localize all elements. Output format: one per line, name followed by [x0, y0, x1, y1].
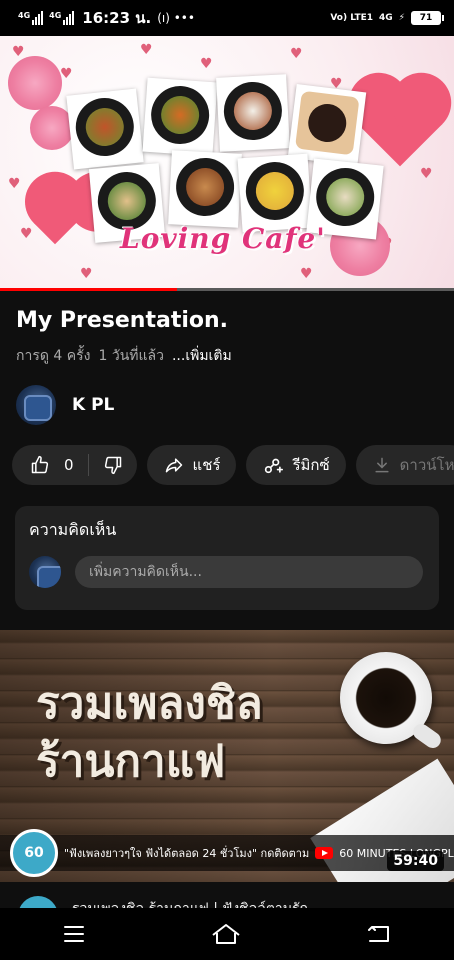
- thumbnail-title: Loving Cafe': [120, 222, 326, 255]
- system-navigation-bar: [0, 908, 454, 960]
- menu-button[interactable]: [62, 924, 86, 944]
- download-label: ดาวน์โห: [399, 456, 454, 474]
- channel-logo: 60: [10, 829, 58, 877]
- download-icon: [375, 457, 389, 473]
- like-dislike-group: 0: [12, 445, 137, 485]
- clock: 16:23 น.: [82, 9, 152, 27]
- food-photo: [237, 153, 313, 233]
- charging-icon: ⚡: [398, 13, 405, 23]
- channel-row[interactable]: K PL: [16, 385, 114, 425]
- food-photo: [142, 77, 218, 157]
- comments-title: ความคิดเห็น: [29, 520, 117, 539]
- comments-panel[interactable]: ความคิดเห็น เพิ่มความคิดเห็น...: [15, 506, 439, 610]
- dislike-button[interactable]: [103, 455, 123, 475]
- back-button[interactable]: [366, 923, 392, 945]
- network-indicator: 4G: [379, 13, 393, 23]
- video-title[interactable]: My Presentation.: [16, 308, 228, 333]
- remix-icon: [265, 458, 284, 474]
- food-photo: [66, 88, 144, 170]
- next-video-info[interactable]: รวมเพลงชิล ร้านกาแฟ | ฟังชิลล์ตามรัก: [0, 882, 454, 908]
- signal-label: 4G: [18, 11, 31, 20]
- remix-button[interactable]: รีมิกซ์: [246, 445, 346, 485]
- video-progress-bar[interactable]: [0, 288, 454, 291]
- food-photo: [216, 74, 290, 152]
- thumbs-down-icon: [104, 456, 121, 475]
- action-bar: 0 แชร์ รีมิกซ์ ดาวน์โห: [12, 445, 454, 485]
- battery-tip: [442, 15, 444, 21]
- youtube-icon: [315, 847, 334, 859]
- video-meta[interactable]: การดู 4 ครั้ง 1 วันที่แล้ว ...เพิ่มเติม: [16, 345, 232, 367]
- share-icon: [165, 458, 182, 473]
- download-button[interactable]: ดาวน์โห: [355, 445, 454, 485]
- thumbnail-heading: รวมเพลงชิล ร้านกาแฟ: [36, 675, 263, 791]
- video-player[interactable]: ♥♥♥ ♥♥♥ ♥♥♥ ♥♥♥ Loving Cafe': [0, 36, 454, 290]
- signal-icon-2: 4G: [49, 11, 75, 25]
- back-icon: [367, 926, 389, 942]
- like-count: 0: [64, 456, 74, 474]
- thumbnail-heading-line2: ร้านกาแฟ: [36, 736, 226, 787]
- view-count: การดู 4 ครั้ง: [16, 348, 91, 364]
- home-icon: [212, 924, 240, 944]
- like-button[interactable]: 0: [30, 455, 74, 475]
- duration-badge: 59:40: [387, 851, 444, 871]
- channel-name[interactable]: K PL: [72, 395, 114, 415]
- home-button[interactable]: [211, 923, 241, 945]
- like-divider: [87, 454, 89, 476]
- rose-decoration: [8, 56, 62, 110]
- next-video-thumbnail[interactable]: รวมเพลงชิล ร้านกาแฟ "ฟังเพลงยาวๆใจ ฟังได…: [0, 630, 454, 882]
- comment-input[interactable]: เพิ่มความคิดเห็น...: [75, 556, 423, 588]
- next-video-title[interactable]: รวมเพลงชิล ร้านกาแฟ | ฟังชิลล์ตามรัก: [72, 898, 308, 908]
- banner-slogan: "ฟังเพลงยาวๆใจ ฟังได้ตลอด 24 ชั่วโมง" กด…: [64, 847, 310, 860]
- menu-icon: [64, 926, 85, 942]
- channel-banner: "ฟังเพลงยาวๆใจ ฟังได้ตลอด 24 ชั่วโมง" กด…: [0, 835, 454, 871]
- status-bar: 4G 4G 16:23 น. (ı) ••• Vo) LTE1 4G ⚡ 71: [0, 0, 454, 36]
- video-progress-fill: [0, 288, 178, 291]
- notification-icons: (ı) •••: [157, 11, 195, 25]
- thumbnail-heading-line1: รวมเพลงชิล: [36, 678, 263, 729]
- user-avatar: [29, 556, 61, 588]
- upload-age: 1 วันที่แล้ว: [98, 348, 164, 364]
- volte-indicator: Vo) LTE1: [330, 13, 374, 23]
- remix-label: รีมิกซ์: [292, 456, 330, 474]
- more-button[interactable]: ...เพิ่มเติม: [172, 345, 232, 367]
- share-label: แชร์: [192, 456, 221, 474]
- signal-icon: 4G: [18, 11, 44, 25]
- thumbs-up-icon: [31, 455, 49, 474]
- food-photo: [168, 150, 242, 228]
- next-channel-avatar[interactable]: [18, 896, 58, 908]
- signal-label-2: 4G: [49, 11, 62, 20]
- channel-avatar[interactable]: [16, 385, 56, 425]
- battery-icon: 71: [411, 11, 441, 25]
- comment-compose-row: เพิ่มความคิดเห็น...: [29, 556, 423, 588]
- share-button[interactable]: แชร์: [146, 445, 237, 485]
